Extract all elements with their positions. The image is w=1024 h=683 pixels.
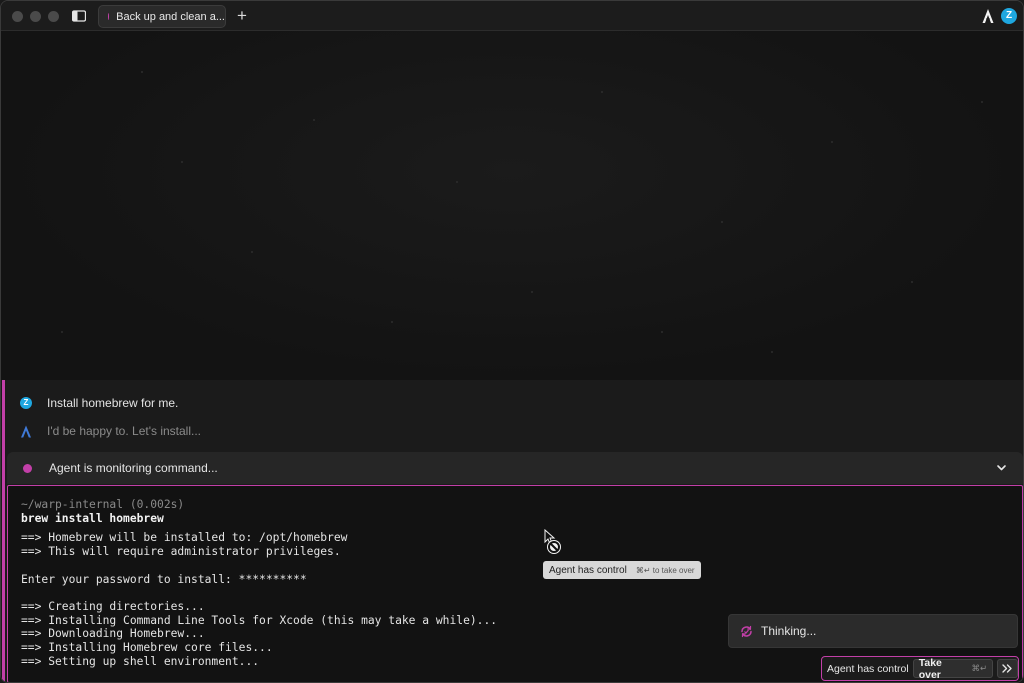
tab-title: Back up and clean a... <box>116 10 225 23</box>
panel-toggle-icon[interactable] <box>72 10 86 22</box>
agent-message-text: I'd be happy to. Let's install... <box>47 424 202 438</box>
chevron-down-icon[interactable] <box>996 462 1007 473</box>
take-over-button[interactable]: Take over ⌘↵ <box>912 656 994 681</box>
double-chevron-right-icon <box>1002 664 1012 673</box>
user-avatar[interactable]: Z <box>1001 8 1017 24</box>
title-bar: Back up and clean a... + Z <box>1 1 1023 31</box>
agent-accent-bar <box>2 380 5 682</box>
monitoring-label: Agent is monitoring command... <box>49 461 218 475</box>
tooltip-shortcut-hint: ⌘↵ to take over <box>635 565 695 575</box>
take-over-label: Take over <box>918 656 942 681</box>
terminal-output-line: Enter your password to install: ********… <box>21 572 307 586</box>
user-message: Z Install homebrew for me. <box>20 396 178 410</box>
agent-avatar-icon <box>21 425 31 437</box>
agent-control-tooltip: Agent has control ⌘↵ to take over <box>543 561 701 579</box>
command-output-block[interactable]: ~/warp-internal (0.002s) brew install ho… <box>7 485 1023 682</box>
agent-control-bar: Agent has control Take over ⌘↵ <box>821 656 1019 681</box>
tooltip-label: Agent has control <box>549 564 627 576</box>
terminal-output-line: ==> Installing Command Line Tools for Xc… <box>21 613 498 627</box>
thinking-spinner-icon <box>741 625 752 637</box>
user-message-text: Install homebrew for me. <box>47 396 179 410</box>
agent-control-label: Agent has control <box>827 662 909 675</box>
minimize-window-button[interactable] <box>30 11 41 22</box>
terminal-output-line: ==> Installing Homebrew core files... <box>21 641 273 655</box>
agent-message: I'd be happy to. Let's install... <box>20 424 201 438</box>
terminal-command: brew install homebrew <box>21 511 164 525</box>
terminal-output-line: ==> Setting up shell environment... <box>21 654 260 668</box>
terminal-output-line: ==> This will require administrator priv… <box>21 545 341 559</box>
close-window-button[interactable] <box>12 11 23 22</box>
warp-agent-icon[interactable] <box>981 8 995 24</box>
terminal-text: ~/warp-internal (0.002s) brew install ho… <box>21 498 497 668</box>
new-tab-button[interactable]: + <box>234 6 250 26</box>
take-over-shortcut: ⌘↵ <box>971 663 988 673</box>
tab-active[interactable]: Back up and clean a... <box>98 5 226 28</box>
user-message-avatar: Z <box>20 397 32 409</box>
agent-thinking-card: Thinking... <box>728 614 1018 648</box>
warp-window: Back up and clean a... + Z Z Install hom… <box>0 0 1024 683</box>
fast-forward-button[interactable] <box>997 659 1018 678</box>
terminal-output-line: ==> Downloading Homebrew... <box>21 627 205 641</box>
not-allowed-icon <box>547 540 561 554</box>
agent-monitoring-header[interactable]: Agent is monitoring command... <box>7 452 1023 484</box>
monitoring-status-dot <box>23 463 32 473</box>
maximize-window-button[interactable] <box>48 11 59 22</box>
terminal-blank-area <box>1 31 1023 380</box>
thinking-label: Thinking... <box>761 624 817 638</box>
terminal-output-line: ==> Homebrew will be installed to: /opt/… <box>21 531 348 545</box>
terminal-prompt: ~/warp-internal (0.002s) <box>21 498 185 511</box>
tab-status-dot <box>108 13 110 20</box>
terminal-output-line: ==> Creating directories... <box>21 599 205 613</box>
